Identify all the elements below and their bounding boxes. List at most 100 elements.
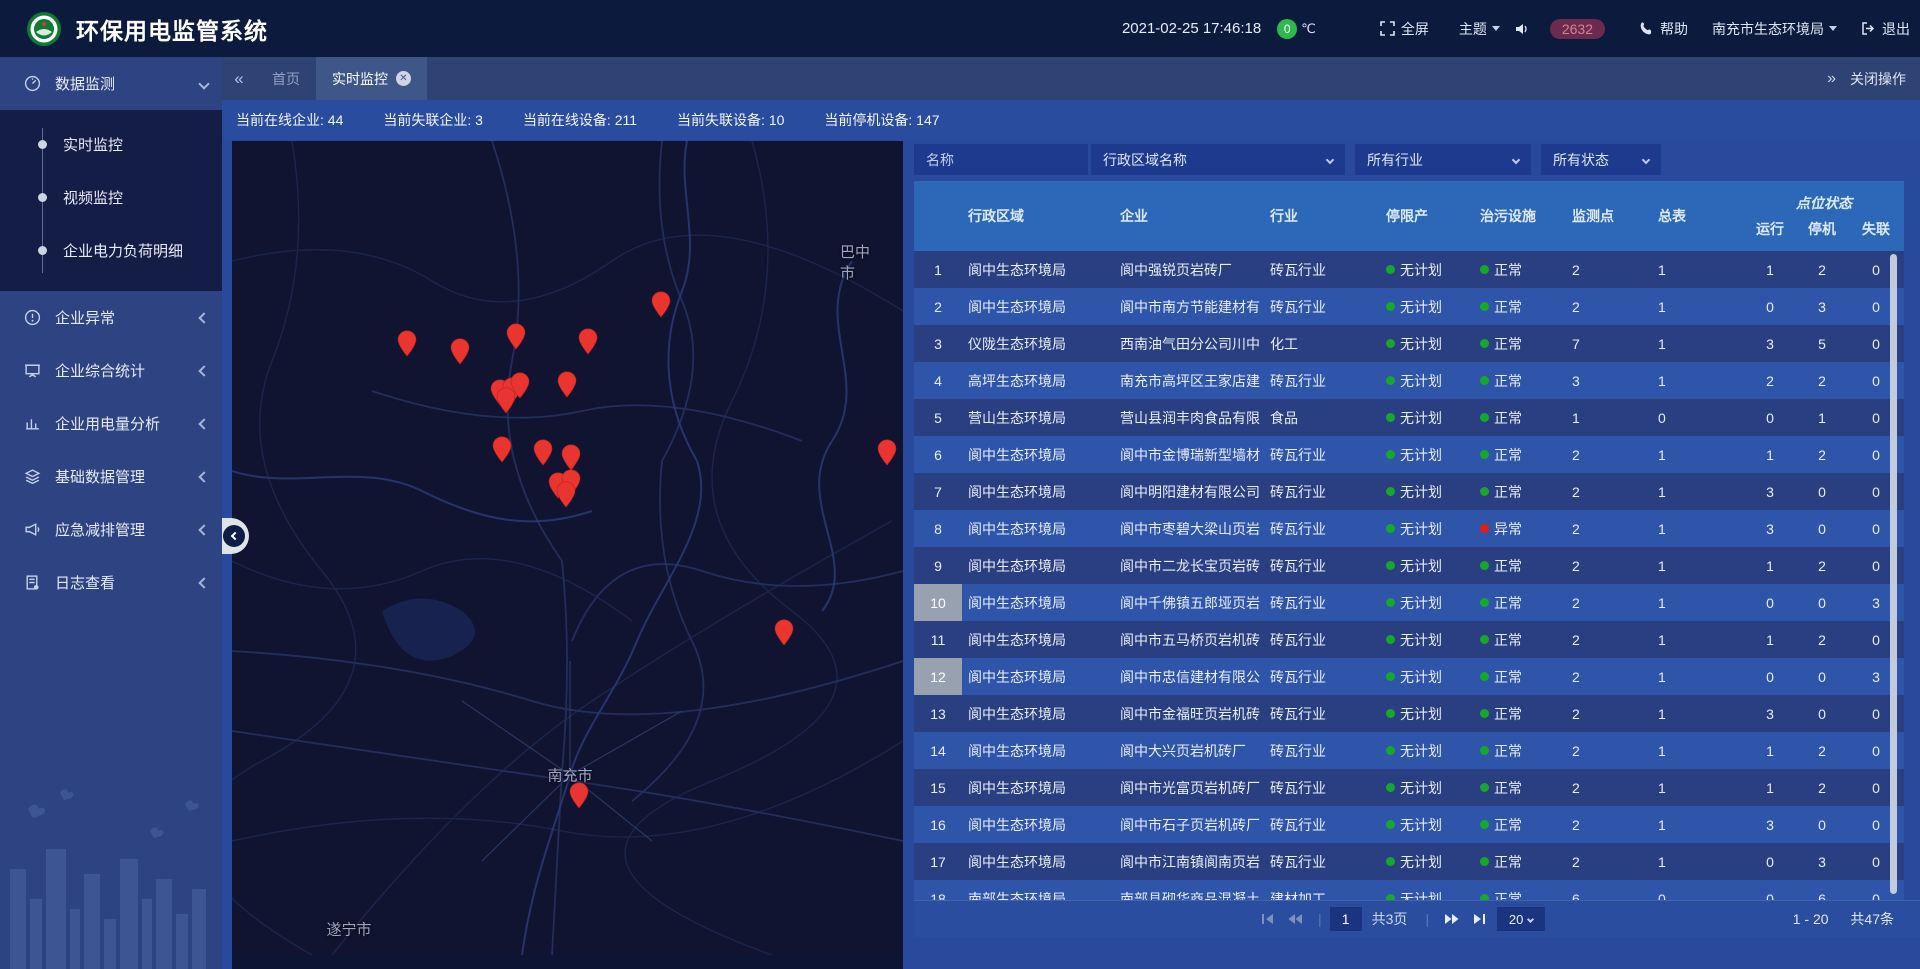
close-operations-dropdown[interactable]: 关闭操作 [1850, 69, 1906, 89]
table-row[interactable]: 3仪陇生态环境局西南油气田分公司川中化工无计划正常71350 [914, 325, 1904, 362]
map-pin-icon[interactable] [533, 439, 553, 466]
table-scrollbar[interactable] [1890, 254, 1897, 894]
map-pin-icon[interactable] [496, 387, 516, 414]
table-row[interactable]: 1阆中生态环境局阆中强锐页岩砖厂砖瓦行业无计划正常21120 [914, 251, 1904, 288]
cell-industry: 砖瓦行业 [1264, 769, 1380, 806]
page-number-input[interactable] [1330, 907, 1362, 931]
cell-meters: 1 [1652, 325, 1744, 362]
table-row[interactable]: 10阆中生态环境局阆中千佛镇五郎垭页岩砖瓦行业无计划正常21003 [914, 584, 1904, 621]
table-row[interactable]: 13阆中生态环境局阆中市金福旺页岩机砖砖瓦行业无计划正常21300 [914, 695, 1904, 732]
map-panel[interactable]: 巴中市南充市遂宁市 [232, 141, 903, 955]
tab-scroll-right-icon[interactable]: » [1827, 70, 1836, 88]
cell-limit: 无计划 [1380, 362, 1474, 399]
map-pin-icon[interactable] [492, 436, 512, 463]
limit-label: 无计划 [1400, 556, 1442, 576]
logout-label: 退出 [1882, 19, 1910, 39]
sidebar-item-0[interactable]: 数据监测 [0, 57, 222, 110]
table-row[interactable]: 15阆中生态环境局阆中市光富页岩机砖厂砖瓦行业无计划正常21120 [914, 769, 1904, 806]
sidebar-subitem[interactable]: 企业电力负荷明细 [0, 224, 222, 277]
limit-label: 无计划 [1400, 297, 1442, 317]
cell-facility: 正常 [1474, 473, 1566, 510]
chevron-left-icon [198, 365, 209, 376]
table-row[interactable]: 2阆中生态环境局阆中市南方节能建材有砖瓦行业无计划正常21030 [914, 288, 1904, 325]
table-row[interactable]: 18南部生态环境局南部县砌华商品混凝土建材加工无计划正常60060 [914, 880, 1904, 900]
table-row[interactable]: 12阆中生态环境局阆中市忠信建材有限公砖瓦行业无计划正常21003 [914, 658, 1904, 695]
cell-facility: 正常 [1474, 621, 1566, 658]
enterprise-panel: 行政区域名称 所有行业 所有状态 行政区域 企业 行业 停限产 治污设施 监测点… [914, 144, 1920, 936]
map-pin-icon[interactable] [557, 371, 577, 398]
limit-label: 无计划 [1400, 482, 1442, 502]
sidebar-subitem[interactable]: 实时监控 [0, 118, 222, 171]
sidebar-item-2[interactable]: 企业综合统计 [0, 344, 222, 397]
tab-realtime-monitor[interactable]: 实时监控 ✕ [316, 57, 427, 100]
table-row[interactable]: 7阆中生态环境局阆中明阳建材有限公司砖瓦行业无计划正常21300 [914, 473, 1904, 510]
status-select[interactable]: 所有状态 [1541, 144, 1661, 175]
facility-label: 正常 [1494, 371, 1522, 391]
sound-button[interactable] [1514, 21, 1536, 37]
map-pin-icon[interactable] [397, 330, 417, 357]
table-row[interactable]: 5营山生态环境局营山县润丰肉食品有限食品无计划正常10010 [914, 399, 1904, 436]
sidebar-subitem[interactable]: 视频监控 [0, 171, 222, 224]
table-row[interactable]: 8阆中生态环境局阆中市枣碧大梁山页岩砖瓦行业无计划异常21300 [914, 510, 1904, 547]
main-content: 巴中市南充市遂宁市 行政区域名称 所有行业 所有状态 行政区域 企业 行业 停限 [222, 140, 1920, 969]
cell-stop: 0 [1796, 658, 1848, 695]
first-page-button[interactable] [1261, 913, 1274, 925]
user-menu[interactable]: 南充市生态环境局 [1712, 19, 1837, 39]
last-page-button[interactable] [1473, 913, 1486, 925]
map-pin-icon[interactable] [578, 328, 598, 355]
page-size-select[interactable]: 20 [1497, 907, 1545, 931]
prev-page-button[interactable] [1288, 913, 1303, 925]
fullscreen-button[interactable]: 全屏 [1380, 19, 1429, 39]
table-row[interactable]: 6阆中生态环境局阆中市金博瑞新型墙材砖瓦行业无计划正常21120 [914, 436, 1904, 473]
tab-scroll-left-icon[interactable]: « [222, 69, 256, 89]
row-index: 9 [914, 547, 962, 584]
tab-home[interactable]: 首页 [256, 57, 316, 100]
notification-badge[interactable]: 2632 [1550, 19, 1605, 39]
map-pin-icon[interactable] [450, 338, 470, 365]
map-pin-icon[interactable] [569, 782, 589, 809]
industry-select[interactable]: 所有行业 [1355, 144, 1531, 175]
map-pin-icon[interactable] [506, 323, 526, 350]
map-pin-icon[interactable] [774, 619, 794, 646]
cell-meters: 1 [1652, 658, 1744, 695]
table-row[interactable]: 4高坪生态环境局南充市高坪区王家店建砖瓦行业无计划正常31220 [914, 362, 1904, 399]
table-row[interactable]: 9阆中生态环境局阆中市二龙长宝页岩砖砖瓦行业无计划正常21120 [914, 547, 1904, 584]
theme-dropdown[interactable]: 主题 [1459, 19, 1500, 39]
table-row[interactable]: 14阆中生态环境局阆中大兴页岩机砖厂砖瓦行业无计划正常21120 [914, 732, 1904, 769]
sidebar-item-5[interactable]: 应急减排管理 [0, 503, 222, 556]
sidebar-item-3[interactable]: 企业用电量分析 [0, 397, 222, 450]
cell-stop: 0 [1796, 510, 1848, 547]
sidebar-item-1[interactable]: 企业异常 [0, 291, 222, 344]
logout-button[interactable]: 退出 [1861, 19, 1910, 39]
sidebar-item-label: 应急减排管理 [55, 519, 145, 540]
map-pin-icon[interactable] [556, 481, 576, 508]
facility-label: 正常 [1494, 778, 1522, 798]
cell-run: 3 [1744, 325, 1796, 362]
status-dot-green [1480, 635, 1489, 644]
sidebar-item-4[interactable]: 基础数据管理 [0, 450, 222, 503]
name-search-input[interactable] [914, 144, 1088, 175]
map-pin-icon[interactable] [877, 439, 897, 466]
limit-label: 无计划 [1400, 445, 1442, 465]
cell-limit: 无计划 [1380, 695, 1474, 732]
cell-company: 阆中市石子页岩机砖厂 [1114, 806, 1264, 843]
sidebar-item-6[interactable]: 日志查看 [0, 556, 222, 609]
cell-meters: 1 [1652, 769, 1744, 806]
table-row[interactable]: 16阆中生态环境局阆中市石子页岩机砖厂砖瓦行业无计划正常21300 [914, 806, 1904, 843]
cell-region: 阆中生态环境局 [962, 695, 1114, 732]
map-pin-icon[interactable] [651, 291, 671, 318]
status-dot-green [1386, 524, 1395, 533]
chevron-left-icon [198, 524, 209, 535]
table-row[interactable]: 11阆中生态环境局阆中市五马桥页岩机砖砖瓦行业无计划正常21120 [914, 621, 1904, 658]
tab-close-icon[interactable]: ✕ [396, 71, 411, 86]
temperature-unit: ℃ [1301, 21, 1316, 37]
table-row[interactable]: 17阆中生态环境局阆中市江南镇阆南页岩砖瓦行业无计划正常21030 [914, 843, 1904, 880]
help-button[interactable]: 帮助 [1639, 19, 1688, 39]
cell-limit: 无计划 [1380, 473, 1474, 510]
next-page-button[interactable] [1444, 913, 1459, 925]
region-select[interactable]: 行政区域名称 [1091, 144, 1345, 175]
cell-facility: 正常 [1474, 251, 1566, 288]
cell-run: 2 [1744, 362, 1796, 399]
cell-run: 3 [1744, 473, 1796, 510]
map-pin-icon[interactable] [561, 444, 581, 471]
